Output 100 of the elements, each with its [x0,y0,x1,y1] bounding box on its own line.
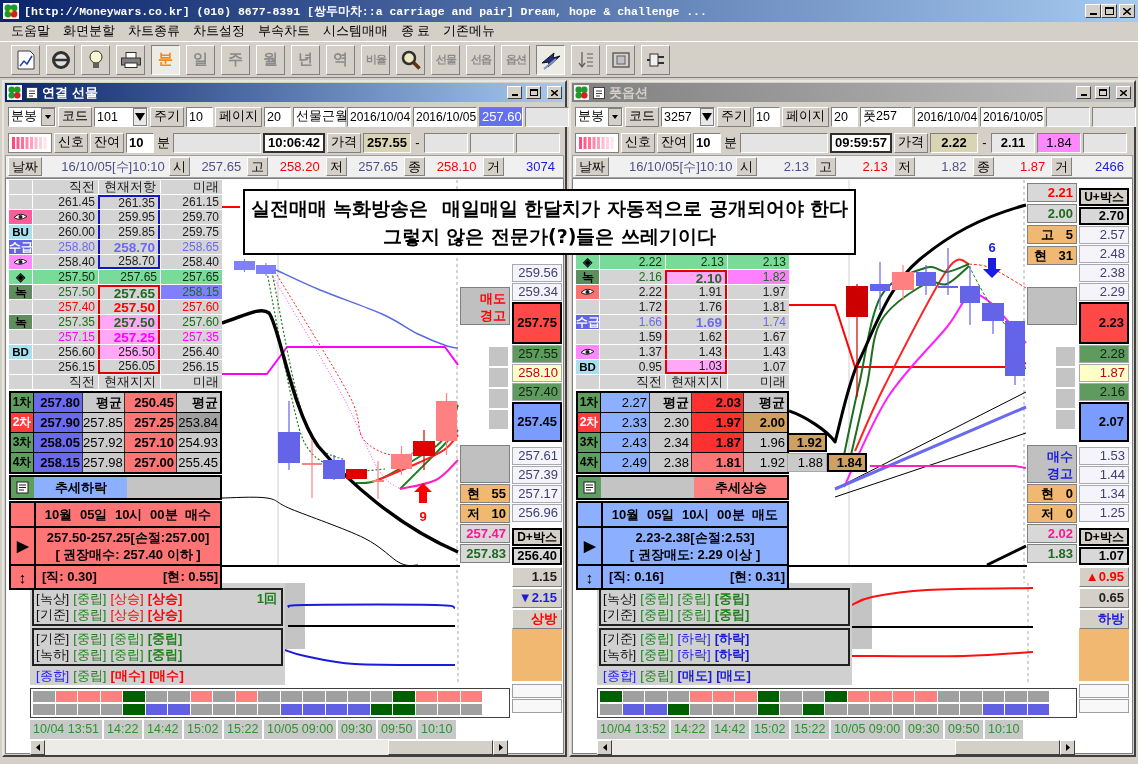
table-cell: 260.00 [32,225,98,239]
maximize-button[interactable] [1095,86,1110,99]
empty-field [1079,699,1129,713]
signal-state: [중립] [714,606,750,624]
menu-item[interactable]: 부속차트 [253,22,315,41]
interval-dropdown[interactable]: 분봉 [575,106,623,127]
quote-value: 1.87 [1019,159,1047,174]
table-cell: 257.85 [83,413,125,432]
price-label: 2.02 [1027,524,1077,543]
indicator-value: 상방 [512,609,562,629]
date-text: 16/10/05[수]10:10 [628,157,734,176]
row-tag: 녹 [9,315,32,329]
price-level: 1.53 [1079,447,1129,465]
page-field[interactable]: 20 [831,106,858,127]
menu-item[interactable]: 종 료 [396,22,436,41]
end-date-field[interactable]: 2016/10/05 [413,106,477,127]
remaining-button[interactable]: 잔여 [90,132,124,153]
signal-state: [하락] [677,630,711,648]
maximize-button[interactable] [1101,4,1117,18]
signal-button[interactable]: 신호 [621,132,655,153]
menu-item[interactable]: 차트종류 [123,22,185,41]
time-label: 09:30 [905,720,944,739]
column-header: 미래 [727,375,789,389]
price-display: 2.22 [930,132,978,153]
interval-dropdown[interactable]: 분봉 [8,106,56,127]
close-button[interactable] [1116,86,1131,99]
code-dropdown[interactable]: 101 [94,106,148,127]
start-date-field[interactable]: 2016/10/04 [914,106,978,127]
stripe-gauge-icon [575,132,619,153]
price-level: 2.29 [1079,283,1129,301]
table-cell: 257.60 [160,300,222,314]
table-cell: 257.10 [125,433,177,452]
menu-item[interactable]: 시스템매매 [318,22,393,41]
period-field[interactable]: 10 [753,106,780,127]
remaining-button[interactable]: 잔여 [657,132,691,153]
time-label: 10/05 09:00 [264,720,337,739]
candlestick [234,258,255,273]
period-field[interactable]: 10 [186,106,213,127]
table-cell: 257.80 [34,393,83,412]
scroll-thumb[interactable] [388,740,493,755]
menu-item[interactable]: 도움말 [6,22,55,41]
table-cell: 1.37 [599,345,665,359]
row-tag: 3차 [578,433,601,452]
candlestick [391,445,412,476]
minimize-button[interactable] [1085,4,1101,18]
scroll-right-button[interactable] [493,740,508,755]
upper-band-value: 257.75 [512,302,562,344]
signal-button[interactable]: 신호 [54,132,88,153]
indicator-name: [녹상] [603,590,637,608]
box-value: 2.70 [1079,207,1129,225]
end-date-field[interactable]: 2016/10/05 [980,106,1044,127]
menu-item[interactable]: 차트설정 [188,22,250,41]
scroll-left-button[interactable] [30,740,45,755]
box-header: D+박스 [512,528,562,546]
price-label: 1.88 [787,453,827,472]
minimize-button[interactable] [1076,86,1091,99]
close-button[interactable] [1119,4,1135,18]
price-label: 1.84 [827,453,867,472]
range-separator: - [981,135,988,150]
price-level: 257.39 [512,466,562,484]
price-level: 257.61 [512,447,562,465]
toolbar-button[interactable] [536,44,565,75]
instrument-field[interactable]: 풋257 [860,106,912,127]
column-header: 직전 [32,180,98,194]
table-cell: 257.50 [32,270,98,284]
printer-icon [120,51,141,68]
remaining-field[interactable]: 10 [126,132,154,153]
instrument-field[interactable]: 선물근월 [293,106,345,127]
empty-field [1083,132,1127,153]
maximize-icon [529,89,538,96]
remaining-field[interactable]: 10 [693,132,721,153]
sort-icon [577,50,594,69]
quote-value: 258.20 [278,159,321,174]
time-label: 09:50 [378,720,417,739]
scroll-right-button[interactable] [1060,740,1075,755]
field-label: 가격 [327,132,361,153]
maximize-button[interactable] [526,86,541,99]
page-field[interactable]: 20 [264,106,291,127]
empty-field [470,132,514,153]
lower-band-value: 257.45 [512,402,562,442]
table-cell: 1.43 [727,345,789,359]
minimize-button[interactable] [507,86,522,99]
start-date-field[interactable]: 2016/10/04 [347,106,411,127]
quote-value: 257.65 [357,159,400,174]
alert-label: 매수 경고 [1027,445,1077,483]
row-tag: 2차 [578,413,601,432]
menu-item[interactable]: 화면분할 [58,22,120,41]
code-dropdown[interactable]: 3257 [661,106,715,127]
field-label: 주기 [717,106,751,127]
close-button[interactable] [547,86,562,99]
close-value: 1.87 [1079,364,1129,382]
signal-state: [상승] [110,606,144,624]
field-label: 저 [893,157,915,176]
current-spread: [현: 0.55] [163,568,218,586]
memo-icon [11,477,34,498]
scroll-left-button[interactable] [597,740,612,755]
empty-field [1079,684,1129,698]
close-icon [551,89,558,96]
menu-item[interactable]: 기존메뉴 [438,22,501,41]
scroll-thumb[interactable] [955,740,1060,755]
